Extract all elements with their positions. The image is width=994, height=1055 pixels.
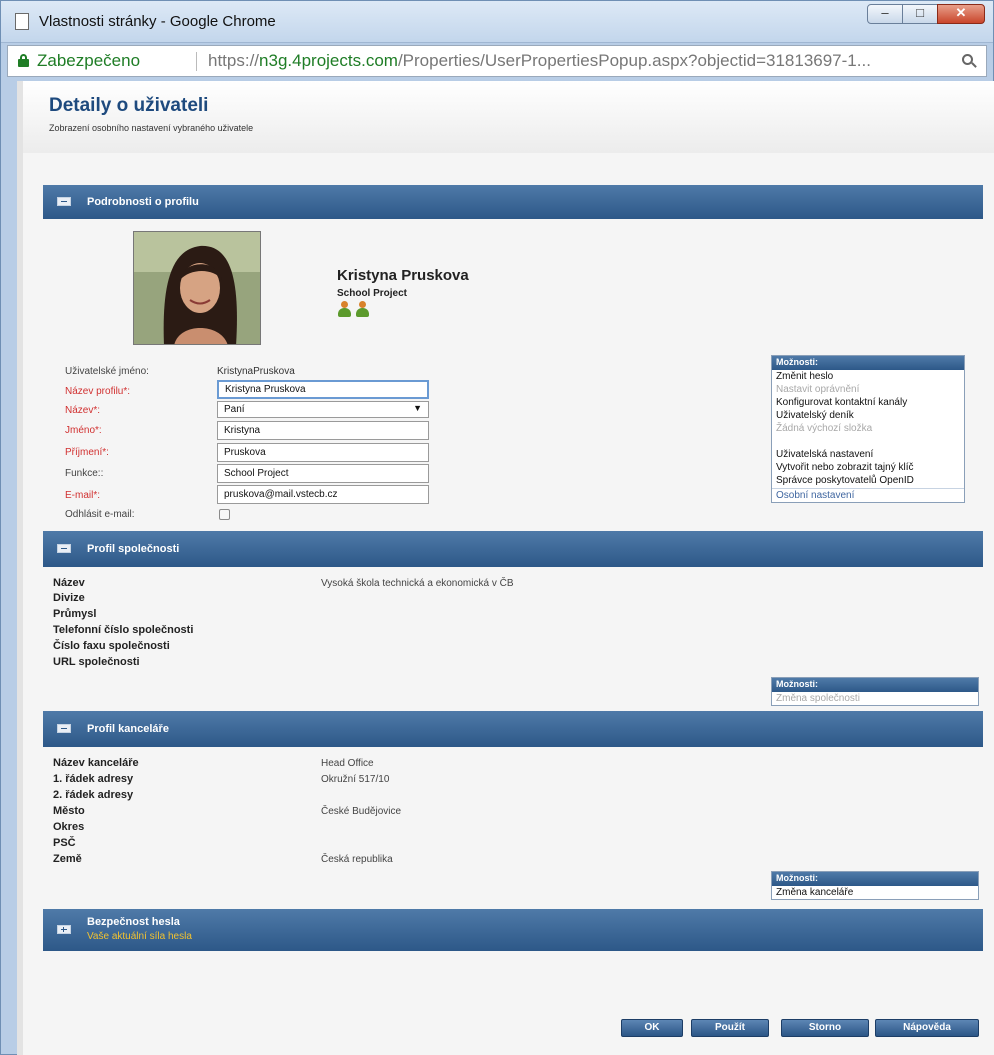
page-header: Detaily o uživateli Zobrazení osobního n… — [23, 81, 994, 153]
option-set-permissions: Nastavit oprávnění — [776, 384, 860, 395]
zoom-icon[interactable] — [962, 54, 977, 68]
collapse-icon[interactable] — [57, 544, 71, 553]
unsubscribe-checkbox[interactable] — [219, 509, 230, 520]
office-address1-label: 1. řádek adresy — [53, 773, 134, 785]
email-input[interactable] — [217, 485, 429, 504]
options-header: Možnosti: — [772, 872, 978, 886]
profile-name-input[interactable] — [217, 380, 429, 399]
address-bar[interactable]: Zabezpečeno https://n3g.4projects.com/Pr… — [7, 45, 987, 77]
url-text[interactable]: https://n3g.4projects.com/Properties/Use… — [208, 51, 871, 71]
function-input[interactable] — [217, 464, 429, 483]
section-title: Podrobnosti o profilu — [87, 196, 199, 208]
office-name-label: Název kanceláře — [53, 757, 139, 769]
office-address1-value: Okružní 517/10 — [321, 774, 390, 785]
url-host: n3g.4projects.com — [259, 51, 398, 70]
salutation-label: Název*: — [65, 405, 101, 416]
page-title: Detaily o uživateli — [49, 95, 209, 116]
title-bar: Vlastnosti stránky - Google Chrome – □ ✕ — [1, 1, 993, 43]
option-default-folder: Žádná výchozí složka — [776, 423, 873, 434]
dropdown-arrow-icon: ▼ — [413, 403, 422, 413]
profile-section-header[interactable]: Podrobnosti o profilu — [43, 185, 983, 219]
collapse-icon[interactable] — [57, 724, 71, 733]
first-name-label: Jméno*: — [65, 425, 102, 436]
option-secret-key[interactable]: Vytvořit nebo zobrazit tajný klíč — [772, 461, 964, 474]
company-fax-label: Číslo faxu společnosti — [53, 640, 170, 652]
office-country-label: Země — [53, 853, 82, 865]
options-spacer — [772, 435, 964, 448]
options-header: Možnosti: — [772, 678, 978, 692]
office-city-value: České Budějovice — [321, 806, 402, 817]
office-options-menu: Možnosti: Změna kanceláře — [771, 871, 979, 900]
section-title: Profil společnosti — [87, 543, 180, 555]
company-name-value: Vysoká škola technická a ekonomická v ČB — [321, 578, 514, 589]
last-name-input[interactable] — [217, 443, 429, 462]
address-separator — [196, 52, 197, 71]
office-district-label: Okres — [53, 821, 85, 833]
section-title: Bezpečnost hesla — [87, 916, 180, 928]
page-icon — [15, 13, 29, 30]
window-title: Vlastnosti stránky - Google Chrome — [39, 13, 276, 30]
maximize-button[interactable]: □ — [902, 4, 938, 24]
user-contact-icon — [355, 301, 370, 318]
option-change-office[interactable]: Změna kanceláře — [772, 886, 978, 899]
password-strength-label: Vaše aktuální síla hesla — [87, 931, 192, 942]
email-label: E-mail*: — [65, 490, 101, 501]
url-path: /Properties/UserPropertiesPopup.aspx?obj… — [397, 51, 871, 70]
personal-settings-link[interactable]: Osobní nastavení — [772, 488, 964, 502]
username-label: Uživatelské jméno: — [65, 366, 149, 377]
browser-window: Vlastnosti stránky - Google Chrome – □ ✕… — [0, 0, 994, 1055]
user-role-icon — [337, 301, 352, 318]
url-scheme: https:// — [208, 51, 260, 70]
company-phone-label: Telefonní číslo společnosti — [53, 624, 194, 636]
apply-button[interactable]: Použít — [691, 1019, 769, 1037]
secure-label: Zabezpečeno — [37, 51, 141, 70]
lock-icon — [18, 54, 29, 67]
close-button[interactable]: ✕ — [937, 4, 985, 24]
company-division-label: Divize — [53, 592, 85, 604]
option-openid-providers[interactable]: Správce poskytovatelů OpenID — [772, 474, 964, 487]
unsubscribe-label: Odhlásit e-mail: — [65, 509, 135, 520]
office-name-value: Head Office — [321, 758, 374, 769]
ok-button[interactable]: OK — [621, 1019, 683, 1037]
page-subtitle: Zobrazení osobního nastavení vybraného u… — [49, 123, 254, 133]
option-change-password[interactable]: Změnit heslo — [772, 370, 964, 383]
company-industry-label: Průmysl — [53, 608, 97, 620]
office-zip-label: PSČ — [53, 837, 76, 849]
office-section-header[interactable]: Profil kanceláře — [43, 711, 983, 747]
options-header: Možnosti: — [772, 356, 964, 370]
company-name-label: Název — [53, 577, 85, 589]
profile-name-label: Název profilu*: — [65, 386, 131, 397]
profile-options-menu: Možnosti: Změnit heslo Nastavit oprávněn… — [771, 355, 965, 503]
option-contact-channels[interactable]: Konfigurovat kontaktní kanály — [772, 396, 964, 409]
company-options-menu: Možnosti: Změna společnosti — [771, 677, 979, 706]
collapse-icon[interactable] — [57, 197, 71, 206]
password-section-header[interactable]: Bezpečnost hesla Vaše aktuální síla hesl… — [43, 909, 983, 951]
avatar — [133, 231, 261, 345]
salutation-select[interactable]: Paní ▼ — [217, 401, 429, 418]
option-user-diary[interactable]: Uživatelský deník — [772, 409, 964, 422]
cancel-button[interactable]: Storno — [781, 1019, 869, 1037]
expand-icon[interactable] — [57, 925, 71, 934]
username-value: KristynaPruskova — [217, 366, 295, 377]
help-button[interactable]: Nápověda — [875, 1019, 979, 1037]
company-section-header[interactable]: Profil společnosti — [43, 531, 983, 567]
option-change-company: Změna společnosti — [776, 693, 860, 704]
window-controls: – □ ✕ — [867, 4, 985, 24]
office-country-value: Česká republika — [321, 854, 393, 865]
user-display-name: Kristyna Pruskova — [337, 267, 469, 284]
company-url-label: URL společnosti — [53, 656, 140, 668]
option-user-settings[interactable]: Uživatelská nastavení — [772, 448, 964, 461]
first-name-input[interactable] — [217, 421, 429, 440]
minimize-button[interactable]: – — [867, 4, 903, 24]
office-city-label: Město — [53, 805, 85, 817]
user-company: School Project — [337, 288, 408, 299]
section-title: Profil kanceláře — [87, 723, 169, 735]
last-name-label: Příjmení*: — [65, 447, 109, 458]
function-label: Funkce:: — [65, 468, 104, 479]
salutation-value: Paní — [224, 404, 245, 415]
office-address2-label: 2. řádek adresy — [53, 789, 134, 801]
page-content: Detaily o uživateli Zobrazení osobního n… — [17, 81, 994, 1055]
